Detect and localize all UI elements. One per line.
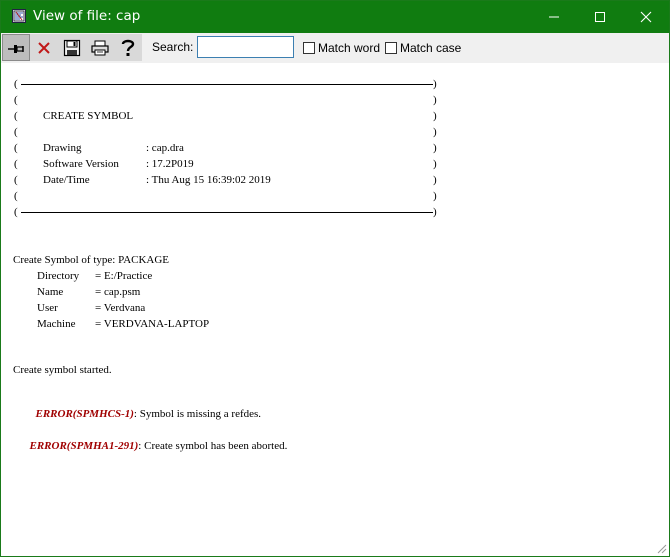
error-code: ERROR(SPMHA1-291) [29,440,139,452]
box-left-bracket: ( [14,174,18,186]
box-row-key: Date/Time [43,174,90,186]
checkbox-box[interactable] [303,42,315,54]
match-word-label: Match word [318,41,381,55]
box-right-bracket: ) [433,190,437,202]
error-code: ERROR(SPMHCS-1) [35,408,134,420]
pin-icon [8,44,24,53]
toolbar: Search: Match word Match case [1,33,669,63]
box-left-bracket: ( [14,142,18,154]
app-icon [12,9,26,23]
box-right-bracket: ) [433,78,437,90]
print-button[interactable] [86,34,114,61]
box-left-bracket: ( [14,190,18,202]
file-viewer-window: View of file: cap Search: Match word Mat… [0,0,670,557]
print-icon [91,40,109,55]
box-left-bracket: ( [14,206,18,218]
prop-key: Directory [37,270,80,282]
box-row-value: : cap.dra [146,142,184,154]
title-bar[interactable]: View of file: cap [1,1,669,33]
match-case-label: Match case [400,41,462,55]
box-right-bracket: ) [433,158,437,170]
box-left-bracket: ( [14,110,18,122]
log-content: ( ) ( ) ( CREATE SYMBOL ) ( ) ( Drawing … [1,63,669,556]
box-right-bracket: ) [433,110,437,122]
help-icon [121,39,135,56]
minimize-button[interactable] [531,1,577,33]
prop-key: Machine [37,318,76,330]
prop-value: = VERDVANA-LAPTOP [95,318,210,330]
box-top-border [21,84,433,85]
close-x-icon [38,41,50,54]
box-row-key: Drawing [43,142,82,154]
box-right-bracket: ) [433,94,437,106]
prop-value: = cap.psm [95,286,141,298]
box-row-value: : Thu Aug 15 16:39:02 2019 [146,174,271,186]
prop-value: = Verdvana [95,302,146,314]
error-message: : Symbol is missing a refdes. [133,408,262,420]
box-title: CREATE SYMBOL [43,110,134,122]
box-left-bracket: ( [14,94,18,106]
save-icon [63,39,81,56]
box-right-bracket: ) [433,206,437,218]
prop-key: Name [37,286,64,298]
error-line: ERROR(SPMHA1-291): Create symbol has bee… [13,428,288,452]
close-icon [640,11,652,23]
box-right-bracket: ) [433,142,437,154]
minimize-icon [549,16,559,18]
box-left-bracket: ( [14,78,18,90]
maximize-icon [595,12,605,22]
pin-button[interactable] [2,34,30,61]
resize-grip-icon[interactable] [655,542,667,554]
checkbox-box[interactable] [385,42,397,54]
toolbar-button-group [2,34,142,61]
match-word-checkbox[interactable]: Match word [303,41,380,55]
error-line: ERROR(SPMHCS-1): Symbol is missing a ref… [19,396,262,420]
close-window-button[interactable] [623,1,669,33]
save-button[interactable] [58,34,86,61]
box-right-bracket: ) [433,126,437,138]
create-symbol-line: Create Symbol of type: PACKAGE [13,254,170,266]
box-bottom-border [21,212,433,213]
search-input[interactable] [197,36,294,58]
box-right-bracket: ) [433,174,437,186]
box-row-key: Software Version [43,158,119,170]
help-button[interactable] [114,34,142,61]
prop-key: User [37,302,58,314]
prop-value: = E:/Practice [95,270,153,282]
delete-button[interactable] [30,34,58,61]
error-message: : Create symbol has been aborted. [138,440,288,452]
started-line: Create symbol started. [13,364,112,376]
search-label: Search: [152,40,194,54]
match-case-checkbox[interactable]: Match case [385,41,461,55]
window-title: View of file: cap [33,8,141,24]
box-row-value: : 17.2P019 [146,158,194,170]
box-left-bracket: ( [14,126,18,138]
box-left-bracket: ( [14,158,18,170]
maximize-button[interactable] [577,1,623,33]
